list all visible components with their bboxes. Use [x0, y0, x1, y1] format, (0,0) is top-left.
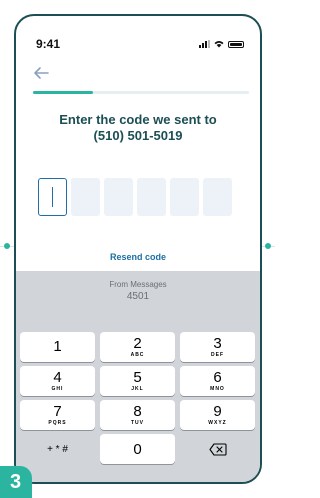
key-digit: 5 [133, 369, 142, 386]
key-4[interactable]: 4 GHI [20, 366, 95, 396]
symbols-key[interactable]: + * # [20, 434, 95, 464]
keypad: 1 2 ABC 3 DEF 4 GHI 5 JKL 6 MNO 7 PQRS 8 TUV 9W… [20, 332, 256, 468]
code-digit-4[interactable] [137, 178, 166, 216]
code-input[interactable] [38, 178, 232, 216]
key-6[interactable]: 6 MNO [180, 366, 255, 396]
symbols-label: + * # [47, 443, 68, 455]
key-letters: PQRS [48, 420, 67, 426]
code-digit-6[interactable] [203, 178, 232, 216]
key-digit: 8 [133, 403, 142, 420]
key-2[interactable]: 2 ABC [100, 332, 175, 362]
page-title: Enter the code we sent to (510) 501-5019 [16, 112, 260, 144]
key-letters: MNO [210, 386, 225, 392]
key-digit: 1 [53, 338, 62, 355]
key-8[interactable]: 8 TUV [100, 400, 175, 430]
left-dot [4, 243, 10, 249]
key-letters: TUV [131, 420, 144, 426]
step-badge: 3 [0, 466, 32, 498]
key-letters: JKL [131, 386, 144, 392]
key-9[interactable]: 9 WXYZ [180, 400, 255, 430]
right-dot [265, 243, 271, 249]
key-0[interactable]: 0 [100, 434, 175, 464]
key-3[interactable]: 3 DEF [180, 332, 255, 362]
back-arrow-icon[interactable] [32, 66, 50, 80]
key-letters: WXYZ [208, 420, 227, 426]
key-digit: 4 [53, 369, 62, 386]
key-5[interactable]: 5 JKL [100, 366, 175, 396]
step-number: 3 [10, 471, 22, 493]
wifi-icon [214, 41, 224, 48]
phone-frame: 9:41 Enter the code we sent to (510) 501… [14, 14, 262, 484]
code-digit-3[interactable] [104, 178, 133, 216]
code-digit-5[interactable] [170, 178, 199, 216]
signal-icon [199, 40, 210, 48]
suggestion-code: 4501 [126, 291, 150, 302]
key-digit: 9 [213, 403, 222, 420]
key-digit: 3 [213, 335, 222, 352]
text-cursor [52, 187, 53, 207]
code-digit-1[interactable] [38, 178, 67, 216]
status-bar: 9:41 [16, 16, 260, 58]
key-row: 4 GHI 5 JKL 6 MNO [20, 366, 256, 396]
key-row: 1 2 ABC 3 DEF [20, 332, 256, 362]
phone-number: (510) 501-5019 [93, 128, 183, 143]
key-digit: 0 [133, 440, 142, 458]
backspace-icon [208, 442, 227, 456]
key-row: + * # 0 [20, 434, 256, 464]
title-line-1: Enter the code we sent to [59, 112, 217, 127]
key-digit: 2 [133, 335, 142, 352]
key-letters: GHI [51, 386, 64, 392]
numeric-keyboard: From Messages 4501 1 2 ABC 3 DEF 4 GHI 5 JKL… [16, 271, 260, 482]
status-icons [199, 40, 244, 48]
key-1[interactable]: 1 [20, 332, 95, 362]
key-digit: 7 [53, 403, 62, 420]
code-digit-2[interactable] [71, 178, 100, 216]
delete-key[interactable] [180, 434, 255, 464]
progress-bar [33, 91, 249, 94]
key-row: 7 PQRS 8 TUV 9 WXYZ [20, 400, 256, 430]
resend-code-link[interactable]: Resend code [16, 252, 260, 262]
status-time: 9:41 [36, 37, 61, 51]
autofill-suggestion[interactable]: From Messages 4501 [16, 275, 260, 302]
key-7[interactable]: 7 PQRS [20, 400, 95, 430]
key-letters: DEF [211, 352, 224, 358]
battery-icon [228, 41, 244, 48]
suggestion-source: From Messages [109, 280, 167, 289]
progress-fill [33, 91, 94, 94]
key-digit: 6 [213, 369, 222, 386]
key-letters: ABC [130, 352, 145, 358]
